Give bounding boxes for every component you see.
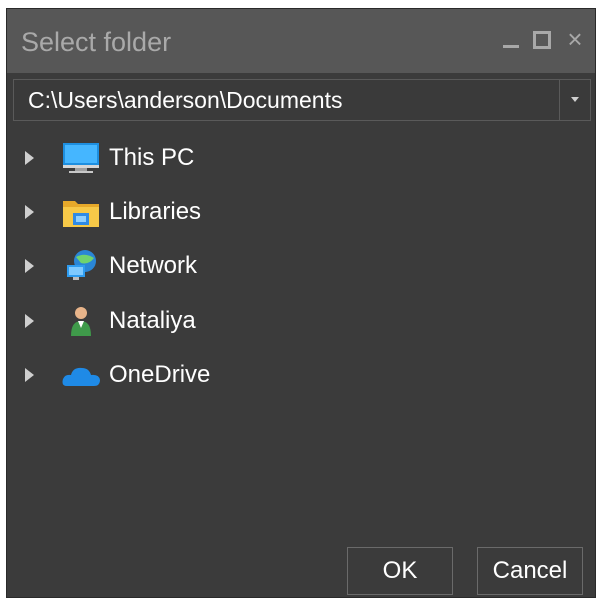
tree-item-network[interactable]: Network [7,243,595,289]
expand-arrow-icon[interactable] [25,151,34,165]
path-input[interactable] [14,80,560,120]
expand-arrow-icon[interactable] [25,205,34,219]
select-folder-dialog: Select folder × This PC [6,8,596,598]
ok-button[interactable]: OK [347,547,453,595]
tree-item-label: Nataliya [109,307,196,334]
minimize-button[interactable] [499,27,523,51]
tree-item-label: This PC [109,144,195,171]
expand-arrow-icon[interactable] [25,259,34,273]
minimize-icon [503,45,519,48]
chevron-down-icon [571,97,579,102]
maximize-icon [533,31,551,49]
path-dropdown-button[interactable] [559,80,590,120]
tree-item-nataliya[interactable]: Nataliya [7,298,595,344]
title-bar[interactable]: Select folder × [7,9,595,73]
maximize-button[interactable] [529,27,553,51]
tree-item-onedrive[interactable]: OneDrive [7,352,595,398]
tree-item-label: OneDrive [109,361,211,388]
tree-item-libraries[interactable]: Libraries [7,189,595,235]
tree-item-label: Network [109,252,198,279]
close-icon: × [567,24,583,54]
tree-item-label: Libraries [109,198,202,225]
user-icon [71,307,91,336]
dialog-title: Select folder [21,27,172,57]
network-icon [67,250,96,280]
close-button[interactable]: × [563,24,587,54]
cloud-icon [62,367,100,386]
library-folder-icon [63,201,99,227]
computer-icon [63,143,99,173]
expand-arrow-icon[interactable] [25,314,34,328]
tree-item-this-pc[interactable]: This PC [7,135,595,181]
path-combobox[interactable] [13,79,591,121]
cancel-button[interactable]: Cancel [477,547,583,595]
expand-arrow-icon[interactable] [25,368,34,382]
